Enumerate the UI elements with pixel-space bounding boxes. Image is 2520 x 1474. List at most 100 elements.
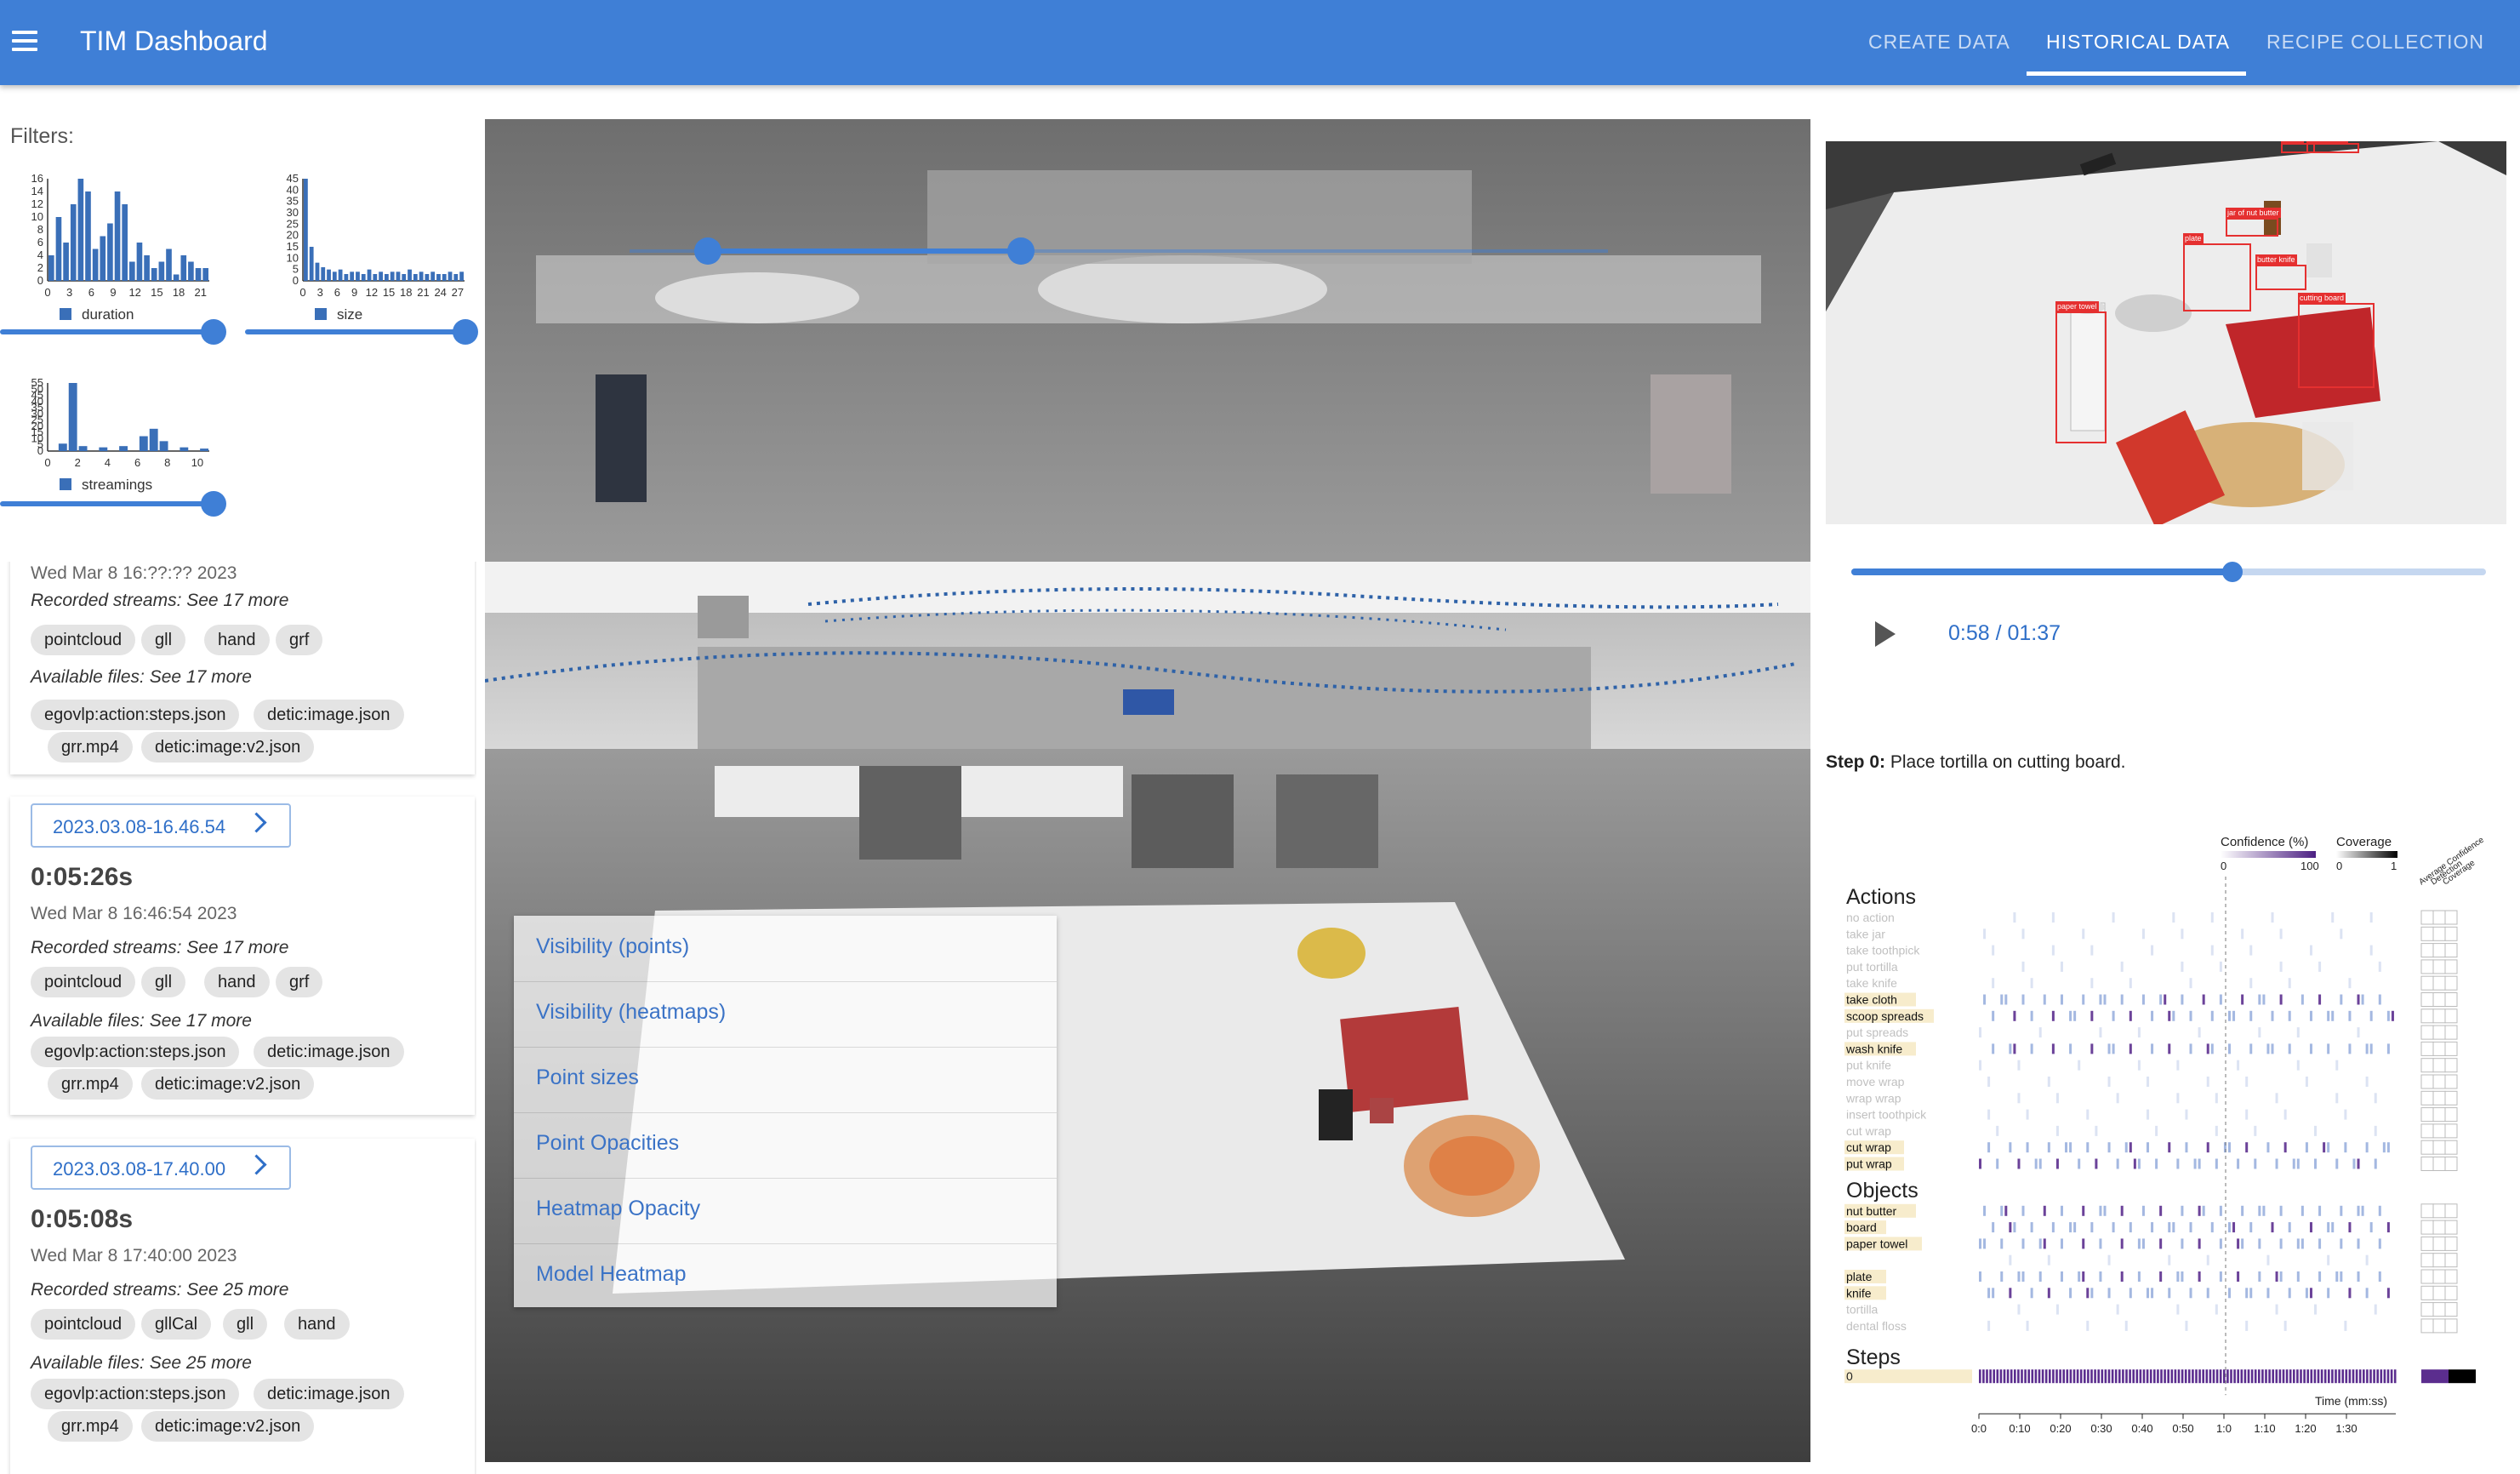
histogram-bar	[448, 271, 453, 281]
detection-cell	[2432, 1041, 2446, 1056]
heat-cell	[2355, 1369, 2358, 1384]
available-files-label[interactable]: Available files: See 17 more	[31, 667, 252, 688]
heat-cell	[2107, 1288, 2111, 1299]
heat-cell	[2254, 1125, 2257, 1136]
heat-cell	[2142, 1369, 2146, 1384]
coverage-cell	[2444, 1025, 2458, 1040]
x-tick-label: 21	[194, 286, 206, 299]
heat-cell	[2151, 1043, 2154, 1054]
heat-cell	[2378, 1238, 2381, 1249]
streamings-slider-track[interactable]	[0, 501, 214, 506]
heat-cell	[2361, 994, 2364, 1005]
heat-cell	[2164, 994, 2167, 1005]
chart-svg: Confidence (%)0 100Coverage0 1 Average Conf…	[1844, 835, 2486, 1435]
menu-item-visibility-points[interactable]: Visibility (points)	[514, 916, 1057, 982]
available-files-label[interactable]: Available files: See 17 more	[31, 1011, 252, 1031]
heat-cell	[2030, 1222, 2033, 1233]
heat-cell	[2051, 912, 2055, 923]
heat-cell	[2318, 961, 2322, 972]
avg-confidence-cell	[2420, 926, 2434, 941]
histogram-bar	[136, 243, 143, 281]
heat-cell	[2265, 1369, 2267, 1384]
heat-cell	[2118, 1369, 2121, 1384]
heat-cell	[2245, 1077, 2249, 1087]
heat-cell	[2177, 1369, 2181, 1384]
heat-cell	[2283, 1109, 2287, 1120]
menu-item-heatmap-opacity[interactable]: Heatmap Opacity	[514, 1178, 1057, 1244]
detection-cell	[2432, 1302, 2446, 1317]
timeline-end-handle[interactable]	[1007, 237, 1035, 265]
heat-cell	[2069, 1369, 2072, 1384]
heat-cell	[2323, 1369, 2327, 1384]
detection-box: butter knife	[2255, 254, 2306, 290]
menu-icon[interactable]	[12, 31, 37, 51]
heat-cell	[2120, 1205, 2124, 1216]
menu-item-point-sizes[interactable]: Point sizes	[514, 1047, 1057, 1113]
avg-confidence-cell	[2420, 959, 2434, 974]
coverage-cell	[2444, 992, 2458, 1007]
available-files-label[interactable]: Available files: See 25 more	[31, 1353, 252, 1374]
recorded-streams-label[interactable]: Recorded streams: See 25 more	[31, 1280, 288, 1300]
heat-cell	[2210, 1010, 2214, 1021]
heat-cell	[2176, 1304, 2180, 1315]
coverage-cell	[2444, 1107, 2458, 1123]
duration-slider-handle[interactable]	[201, 319, 226, 345]
streamings-slider-handle[interactable]	[201, 491, 226, 517]
x-tick-label: 9	[110, 286, 116, 299]
coverage-legend-title: Coverage	[2336, 835, 2392, 849]
video-frame[interactable]: butterbutter knifejar of nut butterplate…	[1826, 141, 2506, 524]
heat-cell	[2051, 1010, 2055, 1021]
size-slider-handle[interactable]	[453, 319, 478, 345]
coverage-cell	[2444, 1058, 2458, 1073]
detection-label: paper towel	[2055, 301, 2099, 311]
heat-cell	[2378, 961, 2381, 972]
timeline-start-handle[interactable]	[694, 237, 721, 265]
recording-card[interactable]: 2023.03.08-17.40.00 0:05:08s Wed Mar 8 1…	[10, 1139, 475, 1474]
duration-slider-track[interactable]	[0, 329, 214, 334]
avg-confidence-cell	[2420, 1008, 2434, 1024]
heat-cell	[2237, 1271, 2240, 1282]
filters-label: Filters:	[10, 124, 74, 148]
heat-cell	[2185, 1320, 2188, 1331]
heat-cell	[2266, 1043, 2270, 1054]
heat-cell	[2153, 1369, 2156, 1384]
histogram-bar	[107, 223, 113, 281]
recording-date-button[interactable]: 2023.03.08-17.40.00	[31, 1145, 291, 1190]
y-tick-label: 8	[37, 223, 43, 236]
histogram-bar	[180, 447, 189, 451]
histogram-bar	[338, 269, 343, 281]
heat-cell	[1987, 1288, 1991, 1299]
video-progress-handle[interactable]	[2221, 562, 2243, 582]
heat-cell	[2365, 1142, 2369, 1153]
heat-cell	[2129, 1369, 2131, 1384]
menu-item-point-opacities[interactable]: Point Opacities	[514, 1112, 1057, 1179]
heat-cell	[2129, 978, 2132, 989]
tab-historical-data[interactable]: HISTORICAL DATA	[2046, 31, 2230, 54]
heat-cell	[2017, 1369, 2020, 1384]
tab-recipe-collection[interactable]: RECIPE COLLECTION	[2266, 31, 2484, 54]
x-axis-title: Time (mm:ss)	[2315, 1394, 2387, 1408]
histogram-bar	[332, 271, 337, 281]
recording-date-button[interactable]: 2023.03.08-16.46.54	[31, 803, 291, 848]
recorded-streams-label[interactable]: Recorded streams: See 17 more	[31, 591, 288, 611]
heat-cell	[2275, 1158, 2278, 1169]
size-slider-track[interactable]	[245, 329, 465, 334]
tab-create-data[interactable]: CREATE DATA	[1868, 31, 2010, 54]
recording-card[interactable]: Wed Mar 8 16:??:?? 2023 Recorded streams…	[10, 562, 475, 774]
recorded-streams-label[interactable]: Recorded streams: See 17 more	[31, 938, 288, 958]
menu-item-visibility-heatmaps[interactable]: Visibility (heatmaps)	[514, 981, 1057, 1048]
avg-confidence-cell	[2420, 1123, 2434, 1139]
heat-cell	[2034, 1158, 2038, 1169]
heat-cell	[2198, 1027, 2201, 1038]
heat-cell	[2289, 1369, 2292, 1384]
heat-cell	[2376, 1369, 2379, 1384]
row-label: plate	[1846, 1270, 1873, 1283]
recording-card[interactable]: 2023.03.08-16.46.54 0:05:26s Wed Mar 8 1…	[10, 797, 475, 1115]
play-icon[interactable]	[1875, 621, 1896, 647]
heat-cell	[1979, 1271, 1981, 1282]
heat-cell	[2084, 1369, 2086, 1384]
legend-swatch	[315, 308, 327, 320]
heat-cell	[2241, 994, 2244, 1005]
menu-item-model-heatmap[interactable]: Model Heatmap	[514, 1243, 1057, 1309]
detection-cell	[2432, 1008, 2446, 1024]
